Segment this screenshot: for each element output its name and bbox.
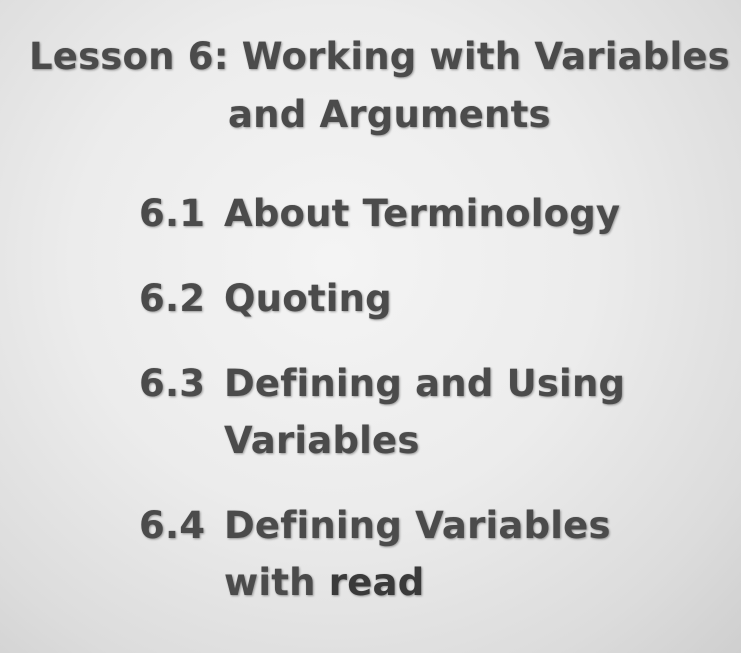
item-text: Defining and Using Variables xyxy=(224,355,699,469)
command-keyword: read xyxy=(328,561,425,604)
item-text: About Terminology xyxy=(224,192,621,235)
title-line-2: and Arguments xyxy=(228,93,551,136)
lesson-topic-list: 6.1 About Terminology 6.2 Quoting 6.3 De… xyxy=(139,185,699,611)
item-text-line-2-prefix: with xyxy=(224,561,316,604)
item-number: 6.1 xyxy=(139,192,206,235)
lesson-slide: Lesson 6: Working with Variables and Arg… xyxy=(0,0,741,653)
item-number: 6.3 xyxy=(139,362,206,405)
item-text: Defining Variables with read xyxy=(224,497,699,611)
title-prefix: Lesson 6: xyxy=(29,35,229,78)
slide-title: Lesson 6: Working with Variables and Arg… xyxy=(29,28,730,144)
item-text: Quoting xyxy=(224,277,392,320)
list-item: 6.2 Quoting xyxy=(139,270,699,327)
item-number: 6.2 xyxy=(139,277,206,320)
list-item: 6.4 Defining Variables with read xyxy=(139,497,699,611)
item-text-line-2: Variables xyxy=(224,419,420,462)
item-number: 6.4 xyxy=(139,504,206,547)
item-text-line-1: Defining Variables xyxy=(224,504,611,547)
item-text-line-1: Defining and Using xyxy=(224,362,626,405)
list-item: 6.1 About Terminology xyxy=(139,185,699,242)
list-item: 6.3 Defining and Using Variables xyxy=(139,355,699,469)
title-line-1: Working with Variables xyxy=(241,35,730,78)
